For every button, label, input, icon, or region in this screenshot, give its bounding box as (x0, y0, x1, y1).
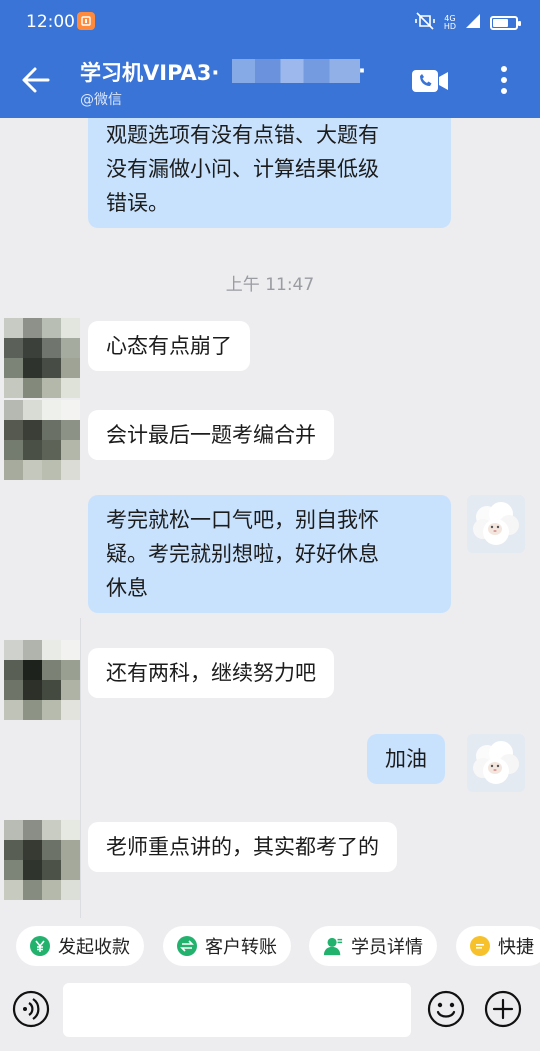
more-functions-button[interactable] (484, 990, 522, 1028)
message-line: 疑。考完就别想啦，好好休息 (106, 542, 379, 566)
emoji-icon (427, 990, 465, 1028)
message-text: 加油 (385, 747, 427, 771)
chat-divider (80, 618, 81, 918)
message-line: 没有漏做小问、计算结果低级 (106, 157, 379, 181)
voice-icon (12, 990, 50, 1028)
message-text: 老师重点讲的，其实都考了的 (106, 835, 379, 859)
battery-fill (493, 19, 508, 27)
signal-icon (464, 13, 482, 33)
avatar[interactable] (4, 400, 80, 480)
quick-action-shortcut[interactable]: 快捷 (456, 926, 540, 966)
status-time: 12:00 (26, 12, 75, 32)
message-text: 会计最后一题考编合并 (106, 423, 316, 447)
quick-action-customer-transfer[interactable]: 客户转账 (163, 926, 291, 966)
input-bar (0, 972, 540, 1051)
message-line: 考完就松一口气吧，别自我怀 (106, 508, 379, 532)
status-icons: 4G HD (414, 11, 521, 35)
plus-icon (484, 990, 522, 1028)
message-bubble-incoming[interactable]: 还有两科，继续努力吧 (88, 648, 334, 698)
transfer-icon (177, 936, 197, 956)
avatar[interactable] (4, 318, 80, 398)
chat-subtitle: @微信 (80, 92, 122, 108)
back-arrow-icon (22, 67, 50, 93)
quick-action-bar: 发起收款 客户转账 学员详情 快捷 (0, 920, 540, 970)
video-call-icon (412, 70, 448, 92)
title-suffix: · (358, 59, 366, 83)
chat-area[interactable]: 观题选项有没有点错、大题有 没有漏做小问、计算结果低级 错误。 上午 11:47… (0, 118, 540, 920)
network-indicator: 4G HD (444, 15, 456, 31)
quick-action-label: 学员详情 (351, 937, 423, 958)
message-bubble-outgoing[interactable]: 考完就松一口气吧，别自我怀 疑。考完就别想啦，好好休息 休息 (88, 495, 451, 613)
app-header: 12:00 4G HD 学习机VIPA3· · @微信 (0, 0, 540, 118)
back-button[interactable] (18, 62, 54, 98)
notification-icon (77, 12, 95, 30)
message-timestamp: 上午 11:47 (225, 275, 315, 295)
message-bubble-incoming[interactable]: 会计最后一题考编合并 (88, 410, 334, 460)
quick-action-label: 发起收款 (58, 937, 130, 958)
message-line: 休息 (106, 576, 148, 600)
battery-icon (490, 16, 521, 30)
video-call-button[interactable] (411, 66, 449, 96)
my-avatar[interactable] (467, 495, 525, 553)
user-icon (323, 936, 343, 956)
message-bubble-incoming[interactable]: 心态有点崩了 (88, 321, 250, 371)
avatar[interactable] (4, 640, 80, 720)
avatar[interactable] (4, 820, 80, 900)
message-text: 还有两科，继续努力吧 (106, 661, 316, 685)
message-bubble-incoming[interactable]: 老师重点讲的，其实都考了的 (88, 822, 397, 872)
chat-icon (470, 936, 490, 956)
yen-icon (30, 936, 50, 956)
chat-title: 学习机VIPA3· (80, 61, 220, 85)
quick-action-label: 客户转账 (205, 937, 277, 958)
sheep-avatar-icon (467, 734, 525, 792)
hd-label: HD (443, 22, 456, 31)
voice-input-button[interactable] (12, 990, 50, 1028)
quick-action-student-details[interactable]: 学员详情 (309, 926, 437, 966)
mute-vibrate-icon (414, 11, 436, 35)
sheep-avatar-icon (467, 495, 525, 553)
status-bar: 12:00 4G HD (0, 0, 540, 44)
quick-action-collect-payment[interactable]: 发起收款 (16, 926, 144, 966)
message-line: 错误。 (106, 191, 169, 215)
title-blurred-region (232, 59, 360, 83)
message-text: 心态有点崩了 (106, 334, 232, 358)
emoji-button[interactable] (427, 990, 465, 1028)
message-line: 观题选项有没有点错、大题有 (106, 123, 379, 147)
my-avatar[interactable] (467, 734, 525, 792)
message-input[interactable] (63, 983, 411, 1037)
message-bubble-outgoing[interactable]: 加油 (367, 734, 445, 784)
quick-action-label: 快捷 (498, 937, 534, 958)
message-bubble-outgoing[interactable]: 观题选项有没有点错、大题有 没有漏做小问、计算结果低级 错误。 (88, 118, 451, 228)
more-vertical-icon (501, 66, 507, 94)
more-options-button[interactable] (490, 62, 518, 98)
